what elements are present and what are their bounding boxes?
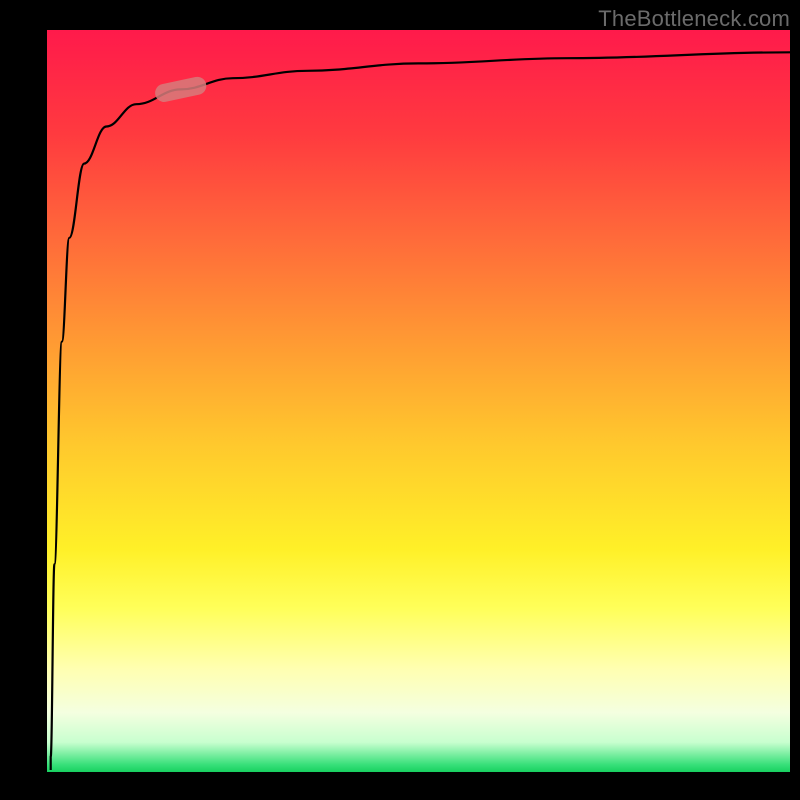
curve-path — [51, 52, 790, 770]
watermark-text: TheBottleneck.com — [598, 6, 790, 32]
curve-layer — [47, 30, 790, 772]
curve-marker — [153, 75, 208, 104]
plot-area — [47, 30, 790, 772]
chart-frame: TheBottleneck.com — [0, 0, 800, 800]
